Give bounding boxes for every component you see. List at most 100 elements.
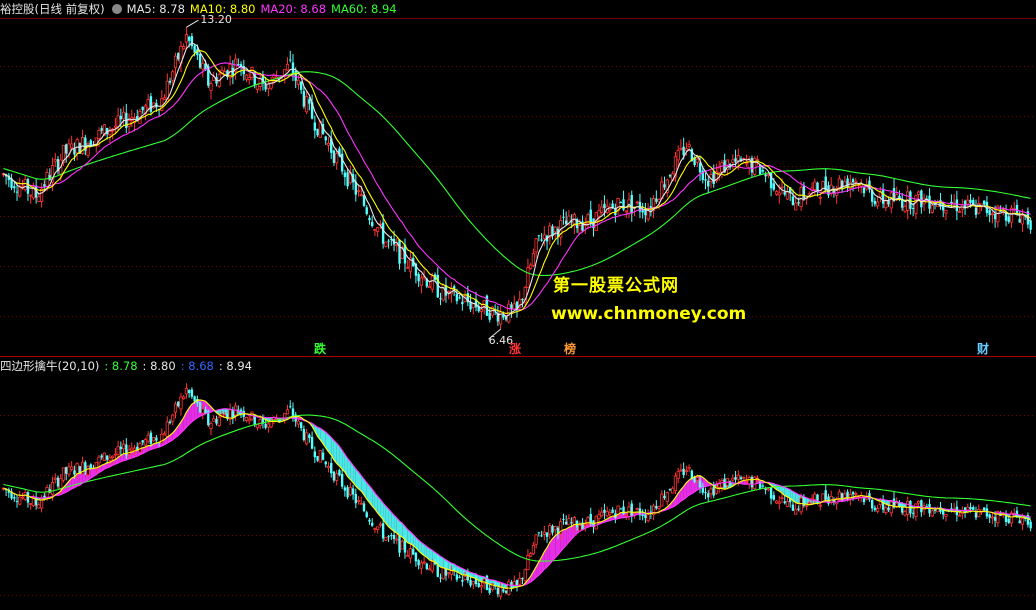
candle-body (603, 203, 606, 208)
candle-body (895, 502, 899, 507)
candle-body (100, 455, 103, 458)
candle-body (488, 587, 491, 593)
event-tag-rise[interactable]: 涨 (509, 342, 521, 356)
candle-body (851, 492, 855, 495)
candle-body (665, 492, 669, 503)
candle-body (966, 506, 970, 511)
candle-body (720, 162, 724, 173)
candle-body (955, 506, 959, 516)
upper-candles (1, 27, 1032, 330)
candle-body (53, 159, 57, 162)
candle-body (619, 508, 623, 510)
candle-body (111, 455, 115, 458)
candle-body (458, 576, 461, 578)
candle-body (742, 476, 746, 479)
watermark-url[interactable]: www.chnmoney.com (551, 304, 746, 324)
candle-body (974, 512, 978, 518)
candle-body (545, 532, 549, 537)
candle-body (269, 80, 273, 89)
candle-body (53, 477, 57, 480)
candle-body (657, 506, 661, 509)
candle-body (165, 421, 169, 437)
candle-body (368, 217, 371, 221)
candle-body (619, 202, 623, 204)
candle-body (89, 464, 92, 469)
candle-body (684, 148, 688, 151)
candle-body (193, 396, 196, 402)
candle-body (285, 409, 290, 415)
candle-body (990, 213, 994, 216)
candle-body (209, 423, 213, 429)
candle-body (957, 514, 962, 517)
candle-body (376, 227, 380, 232)
candle-body (753, 157, 757, 175)
candle-body (876, 508, 880, 512)
candle-body (529, 553, 533, 557)
candle-body (308, 434, 311, 438)
ma10-label: MA10: 8.80 (189, 2, 256, 16)
candle-body (985, 508, 989, 517)
candle-body (351, 488, 355, 495)
candle-body (113, 453, 117, 456)
candle-body (15, 191, 19, 193)
candle-body (316, 456, 319, 461)
candle-body (608, 512, 612, 515)
candle-body (184, 387, 189, 395)
candle-body (100, 128, 103, 131)
candle-body (933, 509, 937, 511)
candle-body (1020, 215, 1025, 225)
candle-body (406, 554, 410, 557)
candle-body (75, 463, 79, 474)
candle-body (957, 210, 962, 213)
candle-body (564, 220, 568, 225)
candle-body (881, 188, 885, 204)
candle-body (477, 583, 480, 587)
candle-body (343, 172, 347, 177)
candle-body (29, 194, 33, 197)
candle-body (982, 507, 986, 511)
ma5-line (3, 42, 1032, 317)
candle-body (146, 434, 150, 442)
event-tag-finance[interactable]: 财 (977, 342, 989, 356)
candle-body (641, 514, 644, 517)
candle-body (359, 194, 363, 197)
candle-body (624, 210, 628, 213)
candle-body (162, 433, 167, 436)
candle-body (384, 241, 388, 247)
candle-body (518, 577, 522, 585)
candle-body (695, 158, 699, 163)
candle-body (734, 158, 737, 162)
candle-body (704, 179, 707, 181)
candle-body (289, 406, 292, 408)
candle-body (813, 493, 817, 500)
candle-body (102, 452, 107, 461)
candle-body (1020, 517, 1025, 525)
candle-body (105, 455, 109, 460)
event-tag-drop[interactable]: 跌 (314, 342, 326, 356)
candle-body (553, 526, 557, 531)
kline-chart-svg[interactable]: 13.206.46 (0, 0, 1036, 610)
candle-body (785, 191, 790, 200)
candle-body (346, 172, 349, 187)
candle-body (862, 187, 866, 194)
event-tag-list[interactable]: 榜 (564, 342, 576, 356)
candle-body (318, 450, 322, 463)
candle-body (390, 535, 393, 537)
candle-body (570, 522, 573, 524)
candle-body (162, 97, 167, 100)
ma20-line (3, 62, 1031, 311)
candle-body (23, 492, 27, 500)
candle-body (343, 487, 347, 491)
candle-body (969, 199, 972, 203)
candle-body (988, 514, 991, 518)
candle-body (29, 503, 33, 505)
candle-body (97, 129, 101, 139)
candle-body (564, 521, 568, 525)
settings-dot-icon[interactable] (111, 4, 122, 14)
candle-body (430, 561, 434, 572)
candle-body (430, 275, 434, 290)
candle-body (676, 150, 680, 161)
ma60-label: MA60: 8.94 (331, 2, 397, 16)
candle-body (780, 497, 784, 500)
candle-body (247, 418, 251, 422)
